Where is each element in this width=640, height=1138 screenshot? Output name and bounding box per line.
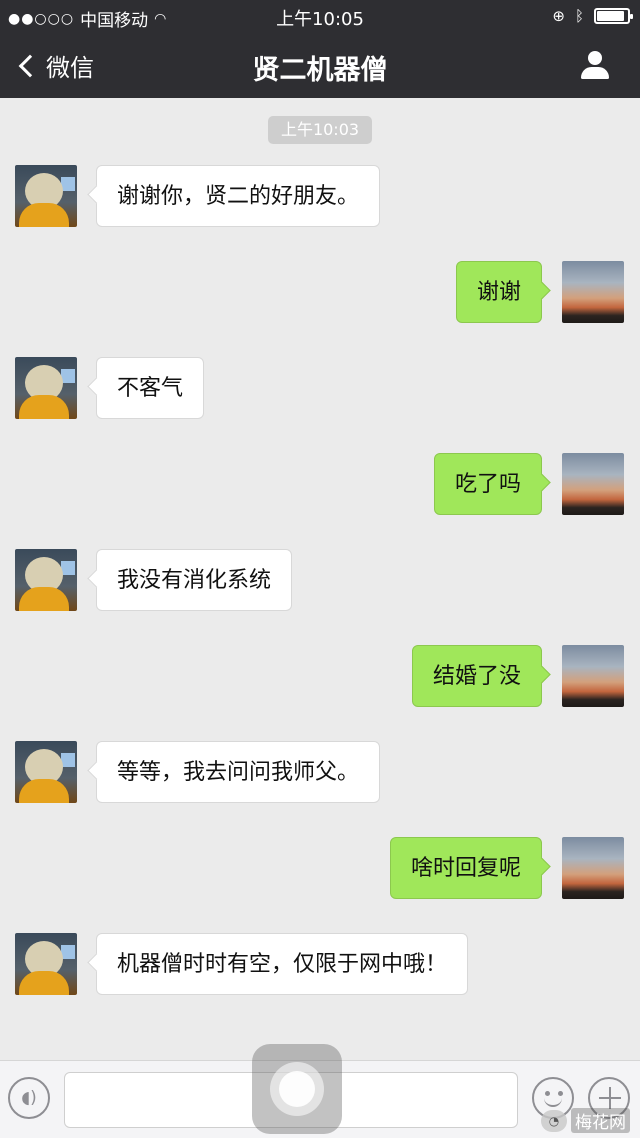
assistive-touch-button[interactable] bbox=[252, 1044, 342, 1134]
sent-message-bubble[interactable]: 谢谢 bbox=[455, 261, 542, 323]
avatar-screen bbox=[61, 177, 75, 191]
robot-avatar[interactable] bbox=[15, 741, 77, 803]
received-message-bubble[interactable]: 等等，我去问问我师父。 bbox=[96, 741, 381, 803]
profile-icon[interactable] bbox=[580, 51, 610, 81]
avatar-robe bbox=[19, 587, 69, 611]
robot-avatar[interactable] bbox=[15, 165, 77, 227]
profile-icon-head bbox=[588, 51, 602, 65]
assistive-touch-core bbox=[279, 1071, 315, 1107]
received-message-bubble[interactable]: 谢谢你，贤二的好朋友。 bbox=[96, 165, 381, 227]
battery-icon bbox=[594, 8, 633, 24]
emoji-eye-right bbox=[558, 1091, 563, 1096]
watermark-logo-icon: ◔ bbox=[541, 1109, 567, 1132]
avatar-robe bbox=[19, 203, 69, 227]
status-right: ⊕ ᛒ bbox=[552, 7, 633, 25]
voice-icon[interactable]: ◖) bbox=[8, 1077, 50, 1119]
bluetooth-icon: ᛒ bbox=[574, 7, 584, 25]
received-message-bubble[interactable]: 不客气 bbox=[96, 357, 205, 419]
robot-avatar[interactable] bbox=[15, 357, 77, 419]
nav-bar: 微信 贤二机器僧 bbox=[0, 34, 640, 98]
emoji-mouth bbox=[544, 1097, 562, 1107]
profile-icon-body bbox=[581, 67, 609, 79]
user-avatar[interactable] bbox=[562, 261, 624, 323]
received-message-bubble[interactable]: 我没有消化系统 bbox=[96, 549, 293, 611]
avatar-robe bbox=[19, 971, 69, 995]
user-avatar[interactable] bbox=[562, 645, 624, 707]
battery-fill bbox=[597, 11, 624, 21]
rotation-lock-icon: ⊕ bbox=[552, 7, 565, 25]
user-avatar[interactable] bbox=[562, 453, 624, 515]
avatar-screen bbox=[61, 561, 75, 575]
message-timestamp: 上午10:03 bbox=[268, 116, 372, 144]
chat-title: 贤二机器僧 bbox=[252, 55, 388, 86]
user-avatar[interactable] bbox=[562, 837, 624, 899]
sent-message-bubble[interactable]: 结婚了没 bbox=[411, 645, 542, 707]
status-time: 上午10:05 bbox=[276, 9, 364, 30]
watermark-text: 梅花网 bbox=[571, 1108, 630, 1133]
avatar-robe bbox=[19, 779, 69, 803]
avatar-screen bbox=[61, 753, 75, 767]
received-message-bubble[interactable]: 机器僧时时有空，仅限于网中哦！ bbox=[96, 933, 469, 995]
robot-avatar[interactable] bbox=[15, 933, 77, 995]
status-bar: ●●○○○ 中国移动 ◠ 上午10:05 ⊕ ᛒ bbox=[0, 0, 640, 34]
avatar-screen bbox=[61, 945, 75, 959]
avatar-screen bbox=[61, 369, 75, 383]
robot-avatar[interactable] bbox=[15, 549, 77, 611]
watermark: ◔ 梅花网 bbox=[541, 1108, 630, 1133]
sent-message-bubble[interactable]: 啥时回复呢 bbox=[389, 837, 542, 899]
emoji-eye-left bbox=[545, 1091, 550, 1096]
chat-area[interactable]: 上午10:03 谢谢你，贤二的好朋友。谢谢不客气吃了吗我没有消化系统结婚了没 等等… bbox=[0, 98, 640, 1060]
avatar-robe bbox=[19, 395, 69, 419]
sent-message-bubble[interactable]: 吃了吗 bbox=[433, 453, 542, 515]
